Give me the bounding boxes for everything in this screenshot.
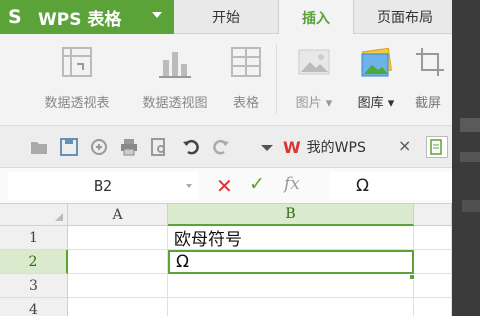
pivot-chart-label: 数据透视图: [142, 96, 208, 111]
formula-bar: B2 ✕ ✓ fx Ω: [0, 168, 452, 204]
screenshot-button[interactable]: 截屏: [404, 44, 452, 111]
table-label: 表格: [232, 96, 259, 111]
undo-icon[interactable]: [182, 138, 200, 156]
select-all-corner[interactable]: [0, 204, 68, 226]
background-window-edge: [452, 0, 480, 316]
row-header-1[interactable]: 1: [0, 226, 68, 250]
background-element: [460, 118, 480, 132]
gallery-icon: [356, 44, 396, 80]
formula-input-value: Ω: [356, 176, 369, 196]
pivot-table-icon: [57, 44, 97, 80]
gallery-label: 图库 ▾: [357, 96, 395, 111]
cell-a2[interactable]: [68, 250, 168, 274]
spreadsheet-grid: A B 1 2 3 4 欧母符号 Ω: [0, 204, 452, 316]
row-header-4[interactable]: 4: [0, 298, 68, 316]
document-tab-icon[interactable]: [426, 136, 448, 158]
wps-app-menu-button[interactable]: S WPS 表格: [0, 0, 174, 34]
save-icon[interactable]: [60, 138, 78, 156]
cell-c4[interactable]: [414, 298, 452, 316]
cell-c2[interactable]: [414, 250, 452, 274]
column-header-a[interactable]: A: [68, 204, 168, 226]
cell-a4[interactable]: [68, 298, 168, 316]
gallery-button[interactable]: 图库 ▾: [348, 44, 404, 111]
ribbon-panel: 数据透视表 数据透视图 表格 图片 ▾ 图库 ▾ 截屏: [0, 34, 452, 126]
chevron-down-icon: [152, 12, 162, 18]
row-header-3[interactable]: 3: [0, 274, 68, 298]
app-brand-label: WPS 表格: [38, 9, 122, 30]
print-preview-icon[interactable]: [150, 138, 168, 156]
ribbon-tab-bar: S WPS 表格 开始 插入 页面布局: [0, 0, 452, 35]
select-all-triangle-icon: [55, 213, 63, 221]
redo-icon[interactable]: [212, 138, 230, 156]
pivot-chart-icon: [155, 44, 195, 80]
fill-handle[interactable]: [409, 274, 415, 280]
tab-page-layout[interactable]: 页面布局: [360, 0, 450, 34]
pivot-chart-button[interactable]: 数据透视图: [130, 44, 220, 111]
name-box[interactable]: B2: [8, 172, 198, 200]
table-button[interactable]: 表格: [224, 44, 268, 111]
background-element: [462, 200, 480, 212]
cell-c1[interactable]: [414, 226, 452, 250]
pivot-table-label: 数据透视表: [44, 96, 110, 111]
customize-toolbar-icon[interactable]: [258, 138, 276, 156]
picture-button[interactable]: 图片 ▾: [286, 44, 342, 111]
quick-access-toolbar: W 我的WPS ×: [0, 126, 452, 168]
cell-c3[interactable]: [414, 274, 452, 298]
table-icon: [226, 44, 266, 80]
cell-b4[interactable]: [168, 298, 414, 316]
column-header-b[interactable]: B: [168, 204, 414, 226]
tab-insert[interactable]: 插入: [278, 0, 354, 35]
formula-input[interactable]: Ω: [330, 172, 452, 200]
background-element: [460, 152, 480, 162]
ribbon-divider: [276, 44, 277, 114]
pivot-table-button[interactable]: 数据透视表: [32, 44, 122, 111]
picture-icon: [294, 44, 334, 80]
cell-a1[interactable]: [68, 226, 168, 250]
my-wps-label: 我的WPS: [306, 140, 366, 156]
wps-window: S WPS 表格 开始 插入 页面布局 数据透视表 数据透视图 表格 图片 ▾ …: [0, 0, 452, 316]
chevron-down-icon[interactable]: [186, 184, 192, 188]
tab-my-wps[interactable]: W 我的WPS: [283, 134, 366, 160]
wps-w-icon: W: [283, 137, 301, 157]
picture-label: 图片 ▾: [295, 96, 333, 111]
export-icon[interactable]: [90, 138, 108, 156]
cell-b2-active[interactable]: Ω: [168, 250, 414, 274]
print-icon[interactable]: [120, 138, 138, 156]
wps-logo-icon: S: [8, 6, 22, 28]
screenshot-icon: [408, 44, 448, 80]
column-header-c[interactable]: [414, 204, 452, 226]
cell-b3[interactable]: [168, 274, 414, 298]
row-header-2[interactable]: 2: [0, 250, 68, 274]
screenshot-label: 截屏: [414, 96, 441, 111]
insert-function-icon[interactable]: fx: [284, 174, 300, 194]
open-folder-icon[interactable]: [30, 138, 48, 156]
cell-a3[interactable]: [68, 274, 168, 298]
cell-b1[interactable]: 欧母符号: [168, 226, 414, 250]
name-box-value: B2: [93, 177, 113, 195]
tab-home[interactable]: 开始: [190, 0, 262, 34]
cancel-edit-icon[interactable]: ✕: [216, 174, 233, 198]
close-tab-icon[interactable]: ×: [398, 136, 411, 155]
confirm-edit-icon[interactable]: ✓: [249, 173, 265, 195]
